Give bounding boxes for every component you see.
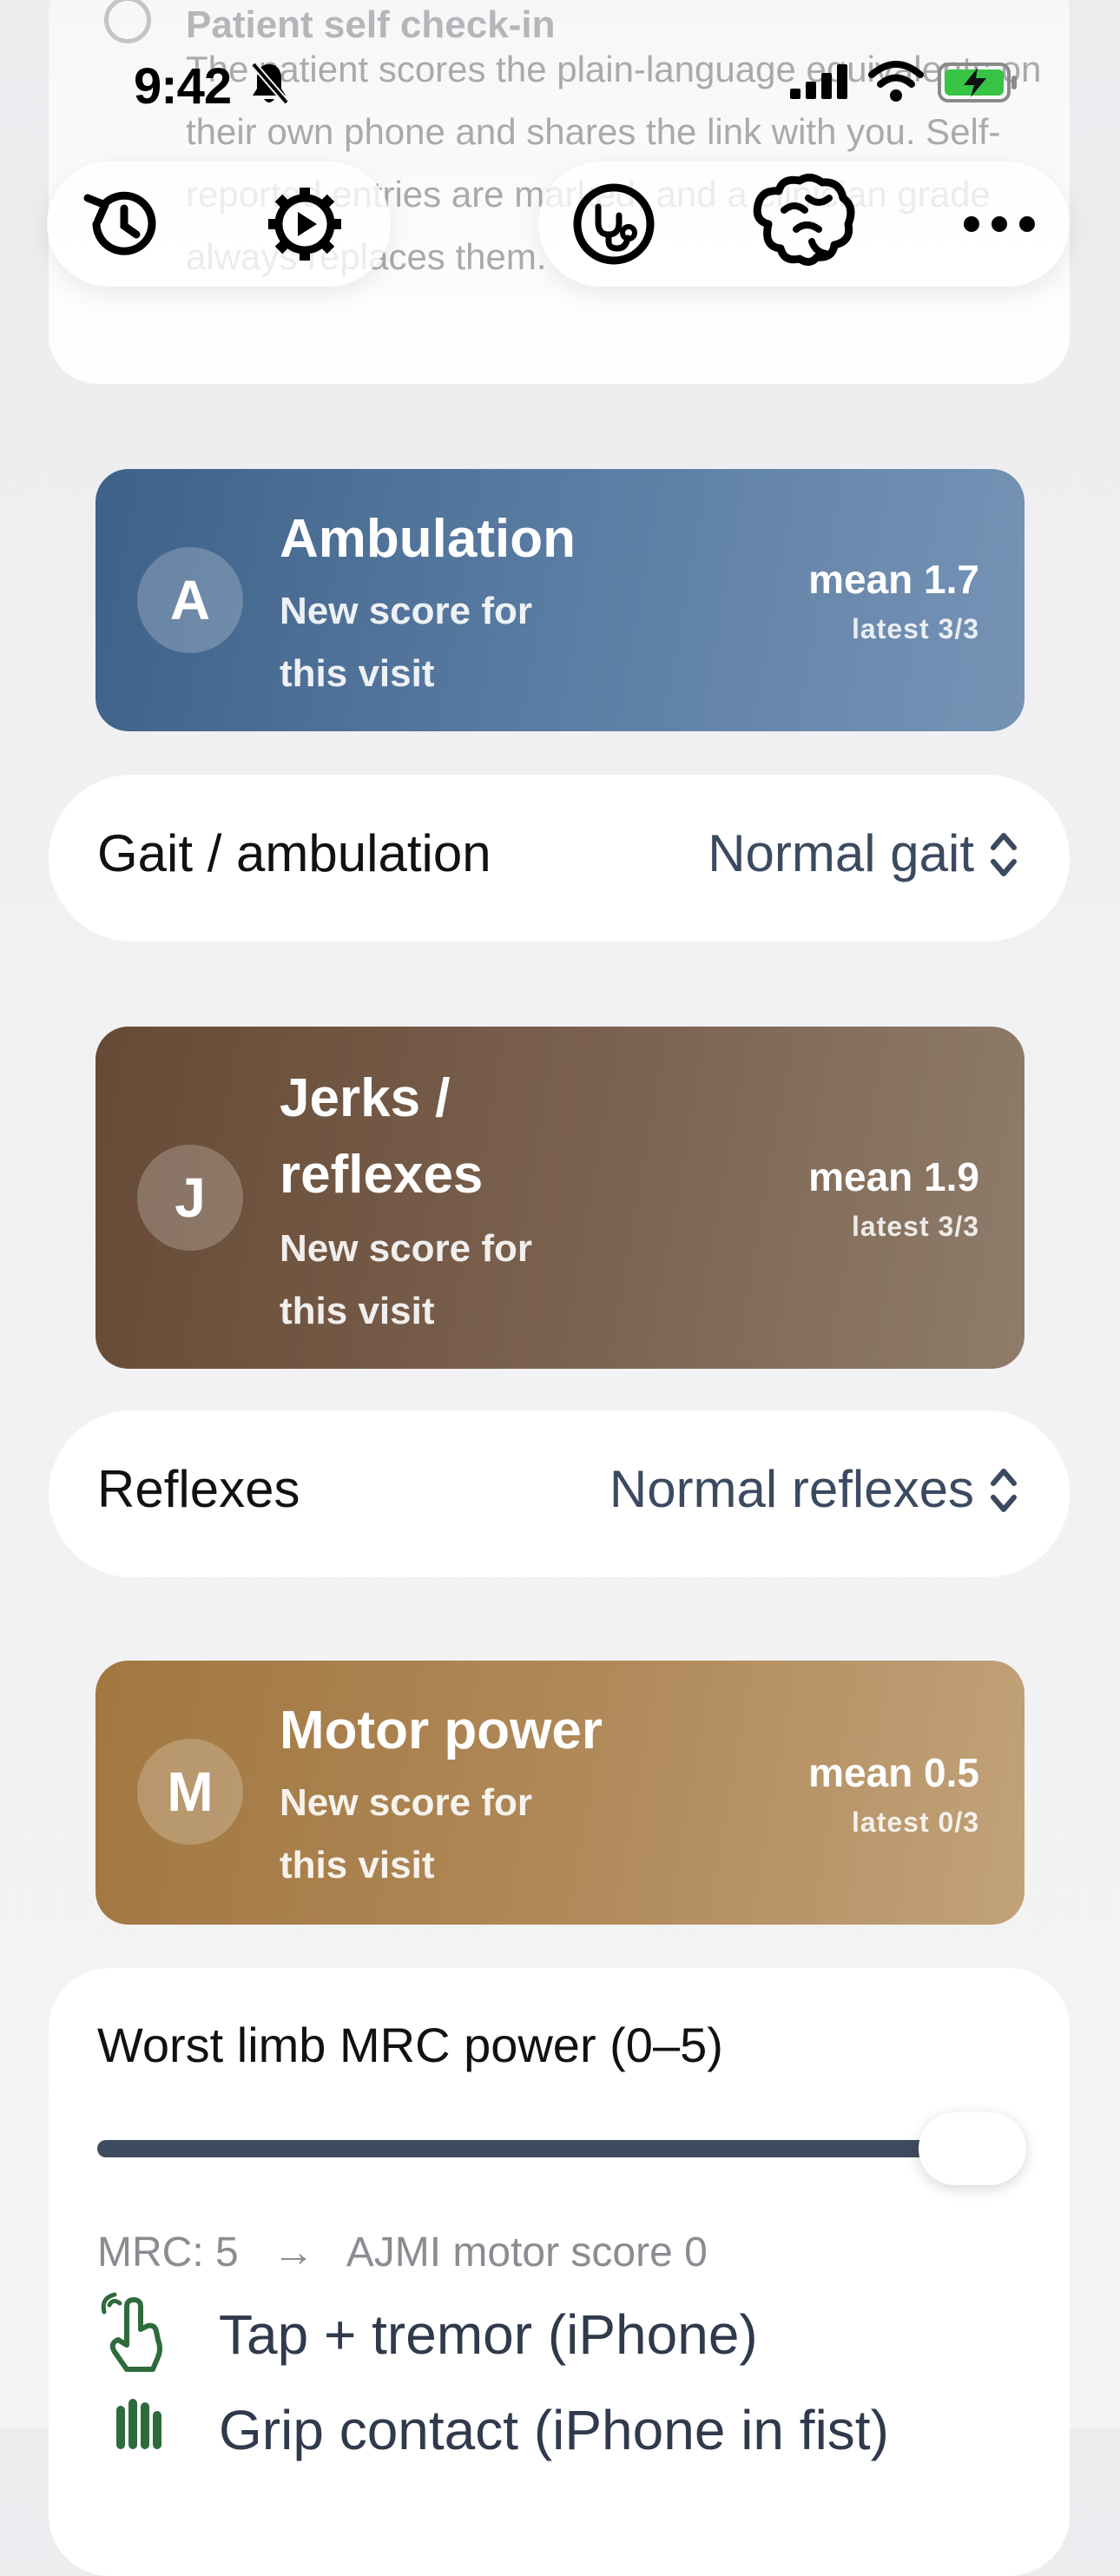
slider-title: Worst limb MRC power (0–5) <box>97 2018 723 2072</box>
card-mean: mean 1.9 <box>808 1154 979 1199</box>
arrow-right-icon: → <box>273 2229 315 2275</box>
tap-tremor-button[interactable]: Tap + tremor (iPhone) <box>97 2291 758 2378</box>
mrc-slider-fill <box>97 2140 955 2157</box>
avatar: A <box>137 547 243 653</box>
avatar: J <box>137 1145 243 1251</box>
card-mean: mean 1.7 <box>808 557 979 602</box>
grip-contact-label: Grip contact (iPhone in fist) <box>219 2399 889 2461</box>
avatar: M <box>137 1739 243 1845</box>
toolbar-left-group <box>47 162 391 287</box>
tap-tremor-label: Tap + tremor (iPhone) <box>219 2303 758 2366</box>
card-subtitle: New score for this visit <box>280 1781 532 1886</box>
toolbar-right-group <box>538 162 1070 287</box>
row-value[interactable]: Normal reflexes <box>609 1459 974 1519</box>
card-latest: latest 0/3 <box>852 1807 979 1838</box>
mrc-slider-track[interactable] <box>97 2140 1018 2157</box>
stethoscope-icon[interactable] <box>566 176 662 272</box>
settings-play-icon[interactable] <box>257 176 352 272</box>
chevron-up-down-icon <box>988 827 1019 887</box>
card-title: Motor power <box>280 1701 603 1760</box>
row-label: Reflexes <box>97 1460 300 1518</box>
card-title-line1: Jerks / <box>280 1068 451 1128</box>
person-circle-icon <box>104 0 151 43</box>
card-latest: latest 3/3 <box>852 1211 979 1242</box>
ambulation-score-card[interactable]: A Ambulation New score for this visit me… <box>96 469 1024 731</box>
card-title-line2: reflexes <box>280 1145 484 1205</box>
hand-grip-icon <box>97 2394 172 2467</box>
card-subtitle: New score for this visit <box>280 1227 532 1332</box>
motor-power-score-card[interactable]: M Motor power New score for this visit m… <box>96 1661 1024 1925</box>
mrc-power-card: Worst limb MRC power (0–5) MRC: 5 → AJMI… <box>49 1968 1070 2576</box>
ajmi-score-text: AJMI motor score 0 <box>346 2229 708 2275</box>
grip-contact-button[interactable]: Grip contact (iPhone in fist) <box>97 2395 889 2465</box>
mrc-value-text: MRC: 5 <box>97 2229 239 2275</box>
cellular-signal-icon <box>790 64 851 103</box>
brain-icon[interactable] <box>747 172 860 268</box>
reflexes-picker[interactable]: Reflexes Normal reflexes <box>49 1410 1070 1577</box>
card-mean: mean 0.5 <box>808 1750 979 1795</box>
card-latest: latest 3/3 <box>852 613 979 644</box>
mrc-mapping: MRC: 5 → AJMI motor score 0 <box>97 2229 730 2276</box>
row-value[interactable]: Normal gait <box>708 823 974 883</box>
mrc-slider-thumb[interactable] <box>919 2112 1026 2185</box>
card-title: Ambulation <box>280 509 576 569</box>
chevron-up-down-icon <box>988 1463 1019 1522</box>
history-icon[interactable] <box>75 176 170 272</box>
gait-ambulation-picker[interactable]: Gait / ambulation Normal gait <box>49 775 1070 941</box>
hand-tap-icon <box>97 2291 172 2379</box>
battery-charging-icon <box>938 63 1019 107</box>
card-subtitle: New score for this visit <box>280 590 532 695</box>
silent-bell-icon <box>250 61 290 110</box>
jerks-reflexes-score-card[interactable]: J Jerks / reflexes New score for this vi… <box>96 1027 1024 1369</box>
row-label: Gait / ambulation <box>97 824 491 882</box>
wifi-icon <box>868 61 924 107</box>
more-icon[interactable] <box>952 176 1047 272</box>
status-time: 9:42 <box>134 58 232 115</box>
